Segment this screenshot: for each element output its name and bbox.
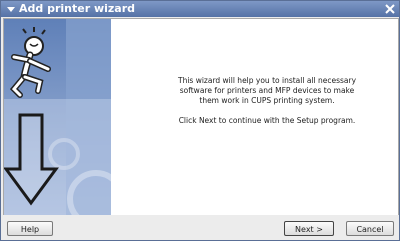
- titlebar[interactable]: Add printer wizard: [1, 1, 399, 17]
- title-menu-arrow-icon[interactable]: [5, 3, 17, 15]
- help-button[interactable]: Help: [7, 221, 53, 236]
- next-button[interactable]: Next >: [284, 221, 334, 236]
- close-icon[interactable]: [383, 2, 397, 16]
- next-instruction-text: Click Next to continue with the Setup pr…: [178, 116, 356, 125]
- cancel-button[interactable]: Cancel: [346, 221, 394, 236]
- wizard-page: This wizard will help you to install all…: [3, 18, 399, 216]
- wizard-side-image: [4, 19, 111, 215]
- intro-text: This wizard will help you to install all…: [177, 76, 357, 105]
- button-bar: Help Next > Cancel: [1, 215, 399, 240]
- wizard-window: Add printer wizard This wizard will help…: [0, 0, 400, 241]
- wizard-message: This wizard will help you to install all…: [172, 76, 362, 136]
- window-title: Add printer wizard: [19, 2, 136, 15]
